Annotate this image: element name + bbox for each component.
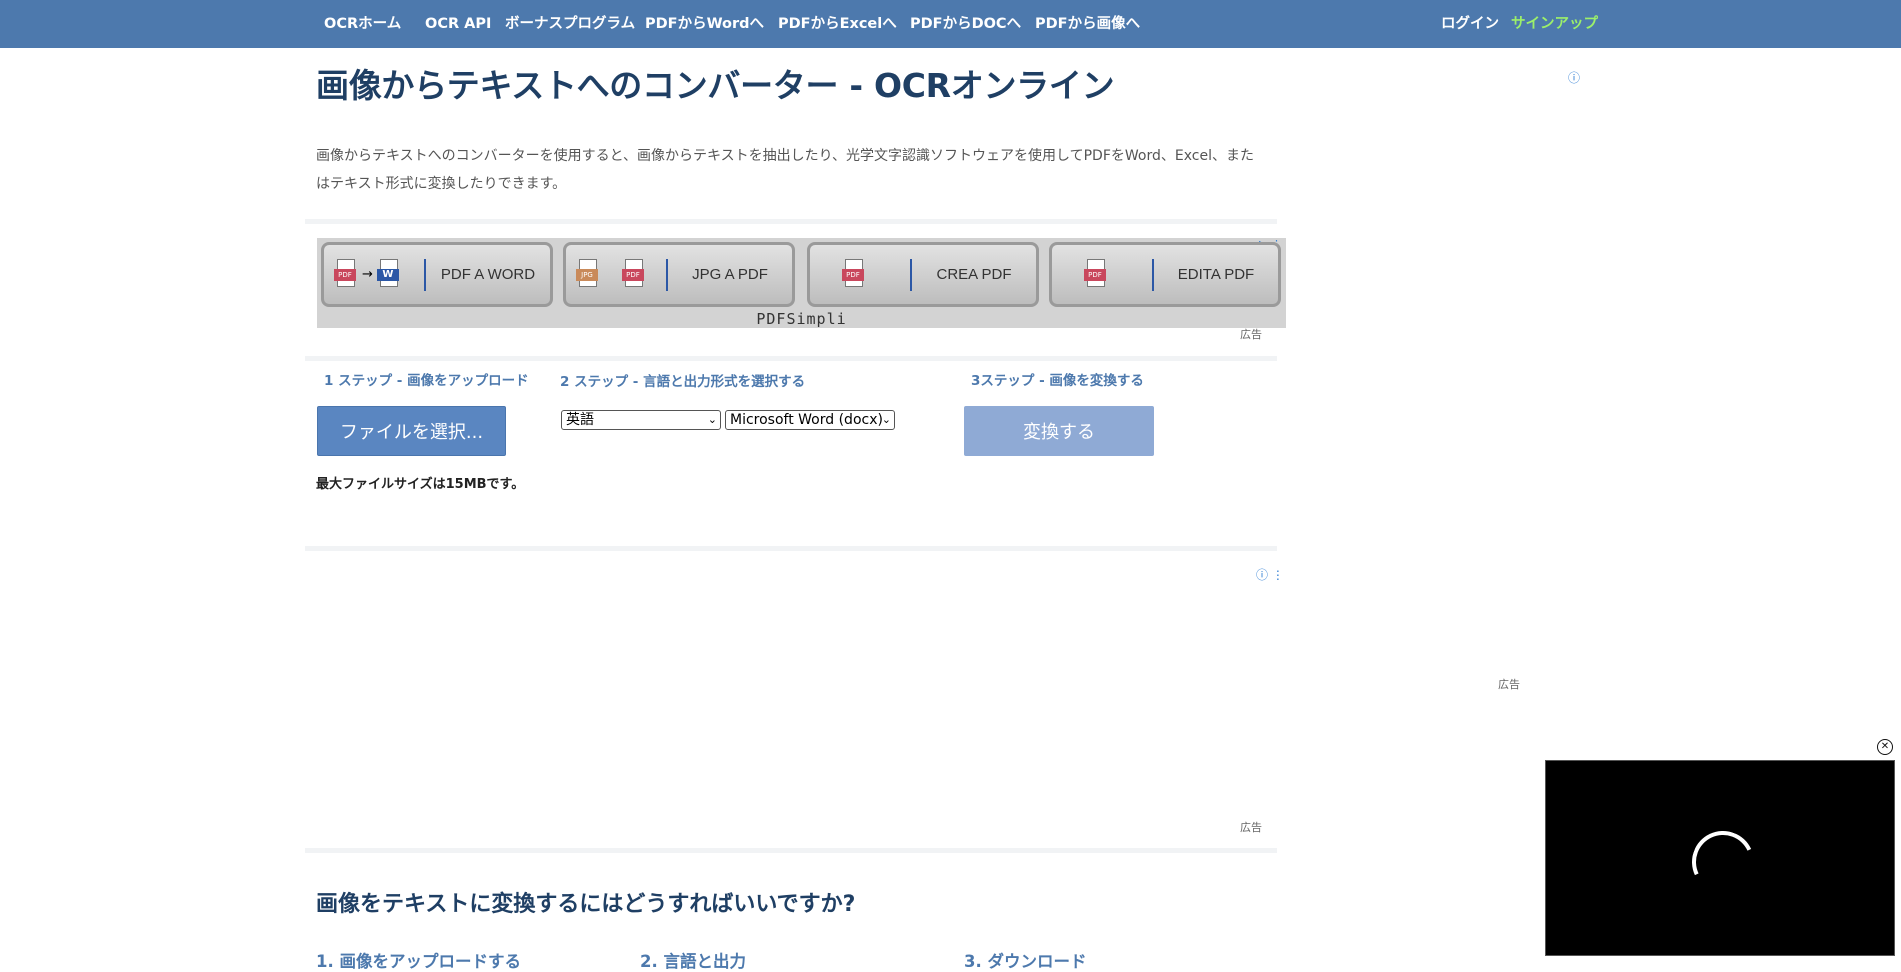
output-format-select[interactable]: Microsoft Word (docx) ⌄: [725, 410, 895, 430]
login-link[interactable]: ログイン: [1441, 15, 1499, 33]
step1-title: 1 ステップ - 画像をアップロード: [324, 373, 529, 389]
nav-pdf-to-word[interactable]: PDFからWordへ: [645, 15, 764, 33]
ad-brand-name: PDFSimpli: [756, 310, 847, 328]
section-divider: [305, 546, 1277, 551]
howto-title: 画像をテキストに変換するにはどうすればいいですか?: [316, 892, 856, 917]
ad-info-icon[interactable]: ⓘ ⋮: [1256, 566, 1284, 583]
nav-ocr-api[interactable]: OCR API: [425, 15, 491, 33]
nav-ocr-home[interactable]: OCRホーム: [324, 15, 401, 33]
format-select-value: Microsoft Word (docx): [730, 412, 883, 428]
chevron-down-icon: ⌄: [881, 413, 891, 426]
ad-info-icon[interactable]: ⓘ: [1568, 69, 1580, 86]
convert-button[interactable]: 変換する: [964, 406, 1154, 456]
nav-pdf-to-doc[interactable]: PDFからDOCへ: [910, 15, 1021, 33]
video-player[interactable]: [1545, 760, 1895, 956]
close-video-icon[interactable]: ✕: [1877, 739, 1893, 755]
page-title: 画像からテキストへのコンバーター - OCRオンライン: [316, 66, 1115, 105]
nav-pdf-to-excel[interactable]: PDFからExcelへ: [778, 15, 897, 33]
choose-file-button[interactable]: ファイルを選択...: [317, 406, 506, 456]
pdf-to-word-icon: PDF → W: [334, 259, 401, 289]
howto-step-upload: 1. 画像をアップロードする: [316, 952, 521, 971]
nav-bonus-program[interactable]: ボーナスプログラム: [505, 15, 635, 33]
step2-title: 2 ステップ - 言語と出力形式を選択する: [560, 374, 806, 390]
language-select[interactable]: 英語 ⌄: [561, 410, 721, 430]
side-ad-label: 広告: [1498, 678, 1520, 691]
ad-jpg-to-pdf-button[interactable]: JPG PDF JPG A PDF: [563, 242, 795, 307]
pdf-icon: PDF: [842, 259, 866, 289]
ad-edit-pdf-button[interactable]: PDF EDITA PDF: [1049, 242, 1281, 307]
ad-banner[interactable]: ▷ ⋮ PDF → W PDF A WORD JPG PDF JPG A PDF…: [317, 238, 1286, 328]
pdf-icon: PDF: [1084, 259, 1108, 289]
ad-pdf-to-word-button[interactable]: PDF → W PDF A WORD: [321, 242, 553, 307]
ad-create-pdf-button[interactable]: PDF CREA PDF: [807, 242, 1039, 307]
howto-step-language: 2. 言語と出力: [640, 952, 746, 971]
ad-label: 広告: [1240, 821, 1262, 834]
jpg-to-pdf-icon: JPG PDF: [576, 259, 646, 289]
section-divider: [305, 848, 1277, 853]
top-navigation: OCRホーム OCR API ボーナスプログラム PDFからWordへ PDFか…: [0, 0, 1901, 48]
section-divider: [305, 219, 1277, 224]
language-select-value: 英語: [566, 412, 594, 428]
ad-label: 広告: [1240, 328, 1262, 341]
ad-button-label: CREA PDF: [936, 266, 1012, 283]
howto-step-download: 3. ダウンロード: [964, 952, 1087, 971]
ad-button-label: JPG A PDF: [692, 266, 768, 283]
section-divider: [305, 356, 1277, 361]
max-file-size-note: 最大ファイルサイズは15MBです。: [316, 477, 525, 492]
chevron-down-icon: ⌄: [707, 413, 717, 426]
ad-button-label: EDITA PDF: [1177, 266, 1255, 283]
nav-pdf-to-image[interactable]: PDFから画像へ: [1035, 15, 1140, 33]
loading-spinner-icon: [1683, 822, 1763, 902]
ad-button-label: PDF A WORD: [440, 266, 536, 283]
signup-link[interactable]: サインアップ: [1511, 15, 1598, 33]
intro-text: 画像からテキストへのコンバーターを使用すると、画像からテキストを抽出したり、光学…: [316, 148, 1254, 192]
step3-title: 3ステップ - 画像を変換する: [971, 373, 1144, 389]
